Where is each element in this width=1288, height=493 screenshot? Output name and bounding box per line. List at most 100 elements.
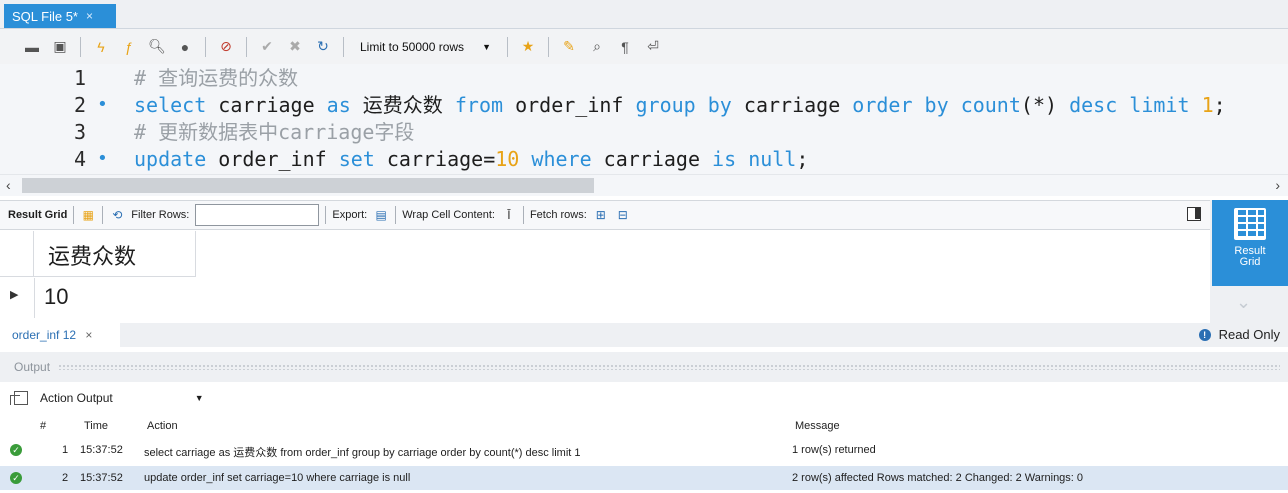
row-message: 1 row(s) returned [792, 444, 876, 456]
refresh-icon[interactable]: ⟲ [109, 207, 125, 223]
execute-current-icon[interactable]: ƒ [119, 37, 139, 57]
rollback-icon[interactable]: ✖ [285, 37, 305, 57]
sql-editor-toolbar: ▬ ▣ ϟ ƒ 🔍︎ ● ⊘ ✔ ✖ ↻ Limit to 50000 rows… [0, 28, 1288, 64]
row-pointer-icon: ▶ [10, 289, 19, 301]
toolbar-divider [547, 36, 549, 57]
wrap-icon[interactable]: ⏎ [643, 37, 663, 57]
beautify-icon[interactable]: ✎ [559, 37, 579, 57]
scroll-right-icon[interactable]: › [1275, 177, 1280, 193]
panel-grip[interactable] [58, 364, 1280, 370]
code-keyword: group [635, 93, 696, 117]
output-selector-bar: Action Output ▼ [0, 384, 1288, 412]
result-grid-button[interactable]: Result Grid [1212, 200, 1288, 286]
read-only-label: Read Only [1218, 327, 1280, 342]
column-header-action[interactable]: Action [147, 420, 178, 432]
fetch-next-icon[interactable]: ⊞ [593, 207, 609, 223]
open-folder-icon[interactable]: ▬ [22, 37, 42, 57]
table-row[interactable]: ✓ 1 15:37:52 select carriage as 运费众数 fro… [0, 438, 1288, 462]
column-header[interactable]: 运费众数 [48, 239, 136, 271]
code-comment: # 查询运费的众数 [134, 66, 299, 90]
filter-rows-input[interactable] [195, 204, 320, 226]
row-number: 1 [62, 444, 69, 456]
scroll-left-icon[interactable]: ‹ [6, 177, 11, 193]
column-header-message[interactable]: Message [795, 420, 840, 432]
scrollbar-thumb[interactable] [22, 178, 594, 193]
result-toolbar: Result Grid ▦ ⟲ Filter Rows: Export: ▤ W… [0, 200, 1210, 230]
sql-editor[interactable]: 1 # 查询运费的众数 2 • select carriage as 运费众数 f… [0, 64, 1288, 174]
output-type-label: Action Output [40, 391, 113, 405]
wrap-cell-icon[interactable]: Ī [501, 207, 517, 223]
chevron-down-icon[interactable]: ⌄ [1236, 292, 1251, 313]
output-panel-header: Output [0, 352, 1288, 382]
editor-line: 4 • update order_inf set carriage=10 wher… [0, 145, 1288, 173]
code-keyword: count [960, 93, 1021, 117]
table-row[interactable]: ▶ 10 [0, 278, 196, 318]
output-type-dropdown[interactable]: Action Output ▼ [40, 391, 204, 405]
toolbar-divider [506, 36, 508, 57]
tab-order-inf-12[interactable]: order_inf 12 × [0, 323, 120, 347]
editor-line: 3 # 更新数据表中carriage字段 [0, 118, 1288, 146]
code-token: order_inf [218, 147, 327, 171]
close-tab-icon[interactable]: × [85, 328, 92, 342]
code-keyword: as [326, 93, 351, 117]
limit-rows-dropdown[interactable]: Limit to 50000 rows ▼ [354, 36, 497, 58]
find-icon[interactable]: ⌕ [587, 37, 607, 57]
code-token: (*) [1020, 93, 1070, 117]
toolbar-divider [80, 36, 81, 57]
output-table-header: # Time Action Message [0, 414, 1288, 436]
column-header-time[interactable]: Time [84, 420, 108, 432]
code-statement: select carriage as 运费众数 from order_inf g… [134, 91, 1226, 119]
row-action: select carriage as 运费众数 from order_inf g… [144, 447, 581, 459]
code-keyword: by [707, 93, 732, 117]
row-time: 15:37:52 [80, 472, 123, 484]
stop-icon[interactable]: ● [175, 37, 195, 57]
copy-icon[interactable] [10, 391, 28, 405]
explain-icon[interactable]: 🔍︎ [147, 37, 167, 57]
close-tab-icon[interactable]: × [86, 9, 93, 23]
result-grid-button-label-2: Grid [1239, 256, 1261, 268]
column-divider[interactable] [195, 231, 196, 277]
code-token: carriage [743, 93, 841, 117]
toggle-side-panel-icon[interactable] [1187, 207, 1201, 221]
export-icon[interactable]: ▤ [373, 207, 389, 223]
read-only-indicator: ! Read Only [1198, 327, 1280, 342]
grid-header: 运费众数 [0, 231, 196, 277]
result-tab-strip: order_inf 12 × ! Read Only [0, 323, 1288, 347]
fetch-all-icon[interactable]: ⊟ [615, 207, 631, 223]
toolbar-divider [102, 206, 104, 224]
save-icon[interactable]: ▣ [50, 37, 70, 57]
code-keyword: set [338, 147, 375, 171]
execute-icon[interactable]: ϟ [91, 37, 111, 57]
code-comment: # 更新数据表中carriage字段 [134, 120, 415, 144]
editor-horizontal-scrollbar[interactable]: ‹ › [0, 174, 1288, 196]
stop-on-error-icon[interactable]: ⊘ [216, 37, 236, 57]
tab-sql-file-5[interactable]: SQL File 5* × [4, 4, 116, 28]
invisible-chars-icon[interactable]: ¶ [615, 37, 635, 57]
code-number: 10 [495, 147, 520, 171]
commit-icon[interactable]: ✔ [257, 37, 277, 57]
autocommit-icon[interactable]: ↻ [313, 37, 333, 57]
line-number: 2 • [73, 93, 108, 117]
export-label: Export: [332, 209, 368, 221]
row-divider [34, 278, 35, 318]
table-row[interactable]: ✓ 2 15:37:52 update order_inf set carria… [0, 466, 1288, 490]
info-icon: ! [1198, 328, 1211, 341]
fetch-rows-label: Fetch rows: [529, 209, 587, 221]
column-header-num[interactable]: # [40, 420, 46, 432]
grid-cell[interactable]: 10 [44, 284, 68, 310]
grid-view-icon[interactable]: ▦ [80, 207, 96, 223]
output-title: Output [14, 360, 51, 374]
bookmark-icon[interactable]: ★ [518, 37, 538, 57]
toolbar-divider [205, 36, 206, 57]
